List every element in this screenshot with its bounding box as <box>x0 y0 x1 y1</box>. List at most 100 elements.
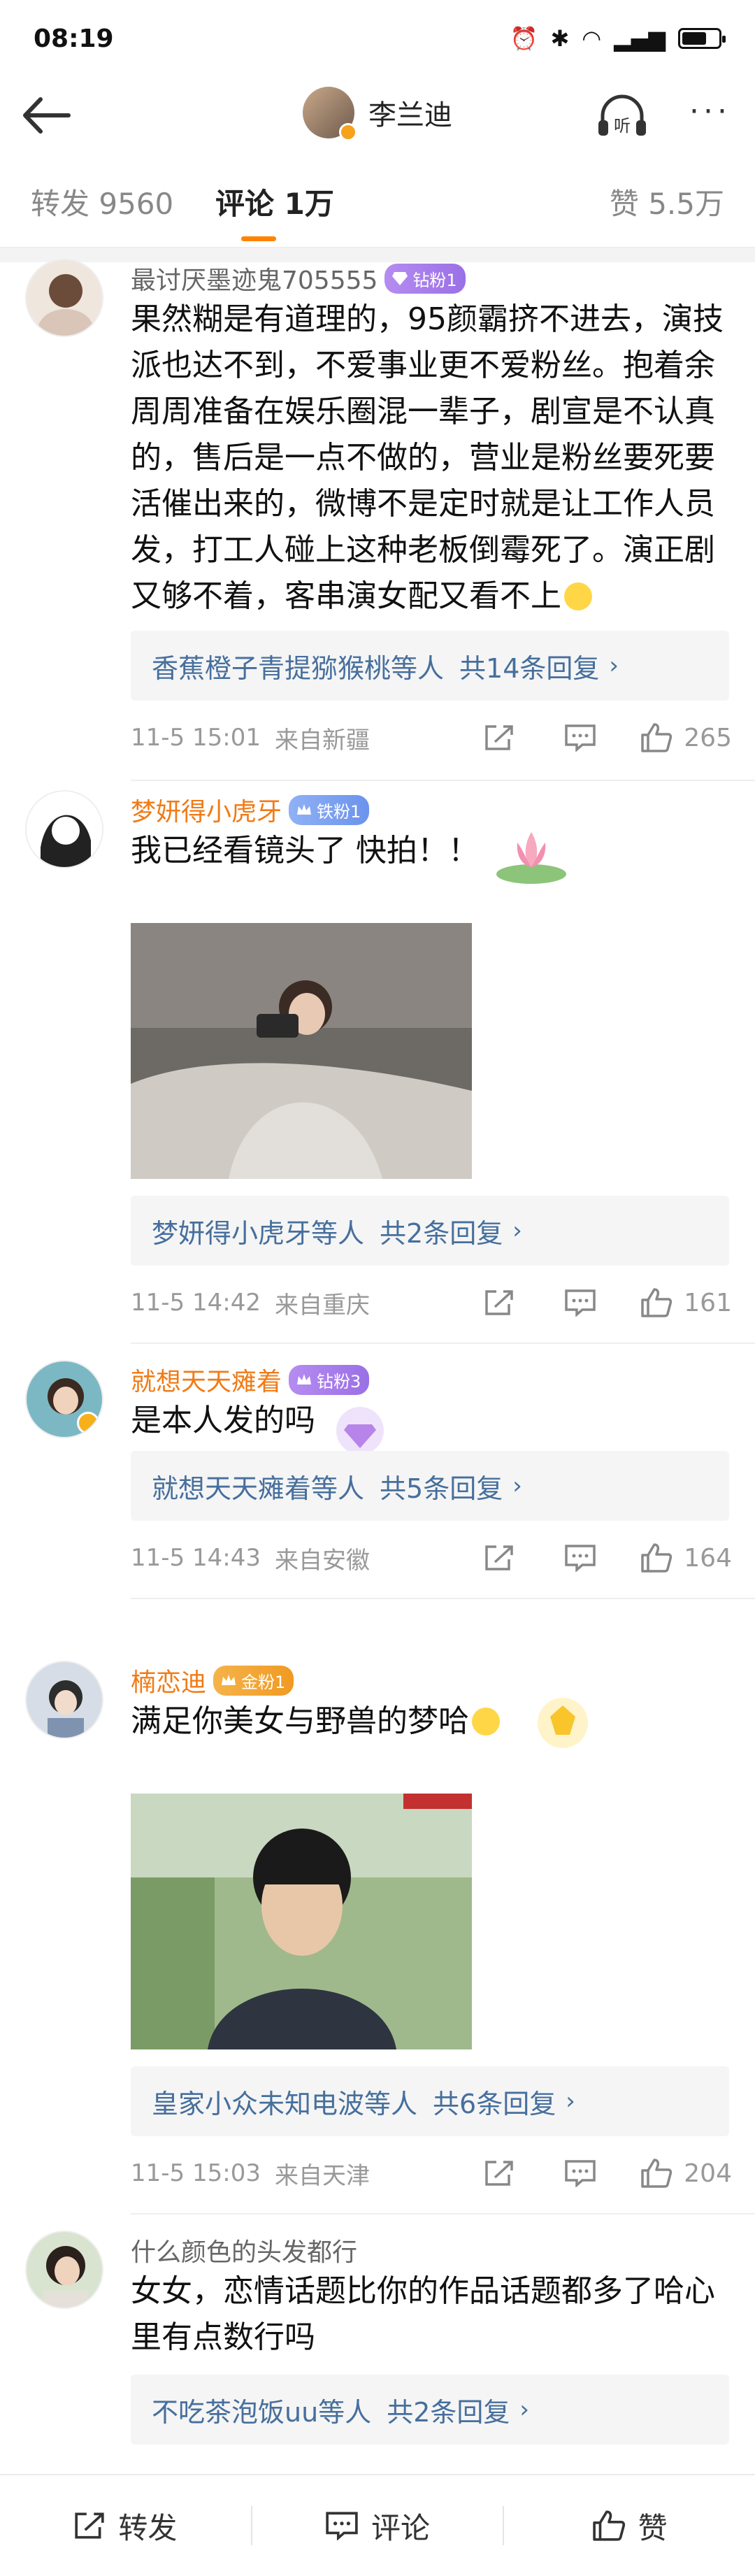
commenter-name[interactable]: 最讨厌墨迹鬼705555 <box>131 260 378 296</box>
replies-preview[interactable]: 香蕉橙子青提猕猴桃 等人 共14条回复 › <box>131 631 729 701</box>
reply-suffix: 等人 <box>318 2396 372 2428</box>
like-count: 204 <box>684 2159 732 2188</box>
like-button[interactable]: 204 <box>640 2158 732 2189</box>
reply-users[interactable]: 就想天天瘫着 <box>152 1467 311 1505</box>
reply-users[interactable]: 梦妍得小虎牙 <box>152 1212 311 1250</box>
reply-icon[interactable] <box>559 720 601 755</box>
fan-badge: 金粉1 <box>213 1665 294 1696</box>
more-icon[interactable]: ··· <box>689 94 731 129</box>
avatar[interactable] <box>25 1661 103 1739</box>
lotus-sticker-icon <box>496 832 566 884</box>
comment-label: 评论 <box>371 2510 431 2545</box>
reply-users[interactable]: 不吃茶泡饭uu <box>152 2391 318 2429</box>
chevron-right-icon: › <box>519 2396 529 2424</box>
listen-icon[interactable]: 听 <box>594 88 650 144</box>
diamond-icon <box>392 272 408 285</box>
reply-count[interactable]: 共2条回复 <box>380 1212 503 1250</box>
top-nav: 李兰迪 听 ··· <box>0 77 755 154</box>
comment-location: 来自天津 <box>274 2161 370 2190</box>
commenter-name[interactable]: 梦妍得小虎牙 <box>131 792 282 828</box>
replies-preview[interactable]: 就想天天瘫着 等人 共5条回复 › <box>131 1451 729 1521</box>
crown-icon <box>297 1374 312 1384</box>
reply-users[interactable]: 香蕉橙子青提猕猴桃 <box>152 647 391 685</box>
reply-count[interactable]: 共2条回复 <box>387 2391 510 2429</box>
reply-users[interactable]: 皇家小众未知电波 <box>152 2082 364 2121</box>
like-button[interactable]: 164 <box>640 1543 732 1573</box>
like-button[interactable]: 265 <box>640 722 732 753</box>
comment-time: 11-5 15:01 <box>131 724 261 752</box>
reply-icon[interactable] <box>559 2156 601 2191</box>
comment-header: 楠恋迪 金粉1 <box>131 1662 294 1698</box>
like-post-button[interactable]: 赞 <box>504 2494 755 2557</box>
divider <box>131 2213 755 2214</box>
comment-text: 果然糊是有道理的，95颜霸挤不进去，演技派也达不到，不爱事业更不爱粉丝。抱着余周… <box>131 296 732 620</box>
battery-fill <box>682 32 706 45</box>
commenter-name[interactable]: 楠恋迪 <box>131 1662 206 1698</box>
comment-text: 满足你美女与野兽的梦哈 <box>131 1698 732 1745</box>
repost-button[interactable]: 转发 <box>0 2494 251 2557</box>
replies-preview[interactable]: 皇家小众未知电波 等人 共6条回复 › <box>131 2066 729 2136</box>
comment-header: 什么颜色的头发都行 <box>131 2232 357 2268</box>
thumbs-up-icon <box>641 1288 673 1317</box>
like-count: 161 <box>684 1288 732 1317</box>
repost-icon <box>75 2512 104 2539</box>
avatar[interactable] <box>25 259 103 337</box>
reply-suffix: 等人 <box>391 652 445 684</box>
verified-icon <box>339 123 357 141</box>
comment-body: 果然糊是有道理的，95颜霸挤不进去，演技派也达不到，不爱事业更不爱粉丝。抱着余周… <box>131 301 724 614</box>
share-icon[interactable] <box>478 720 520 755</box>
page-title[interactable]: 李兰迪 <box>368 92 452 133</box>
share-icon[interactable] <box>478 1540 520 1575</box>
share-icon[interactable] <box>478 2156 520 2191</box>
replies-preview[interactable]: 不吃茶泡饭uu 等人 共2条回复 › <box>131 2375 729 2445</box>
thumbs-up-icon <box>641 2159 673 2188</box>
replies-preview[interactable]: 梦妍得小虎牙 等人 共2条回复 › <box>131 1196 729 1266</box>
comment-meta: 11-5 14:42 来自重庆 161 <box>131 1285 732 1320</box>
comment-location: 来自安徽 <box>274 1546 370 1575</box>
avatar[interactable] <box>25 790 103 868</box>
thumbs-up-icon <box>641 1543 673 1573</box>
avatar[interactable] <box>303 87 357 141</box>
reply-icon[interactable] <box>559 1540 601 1575</box>
status-bar: 08:19 ⏰ ✱ ◠ ▂▄▆ <box>0 0 755 77</box>
active-tab-indicator <box>241 236 276 241</box>
comment-text: 我已经看镜头了 快拍！！ <box>131 828 732 874</box>
share-icon[interactable] <box>478 1285 520 1320</box>
avatar[interactable] <box>25 2231 103 2309</box>
status-time: 08:19 <box>34 24 114 53</box>
tab-likes[interactable]: 赞 5.5万 <box>610 180 724 223</box>
divider <box>131 1598 755 1599</box>
commenter-name[interactable]: 就想天天瘫着 <box>131 1361 282 1398</box>
fan-badge: 钻粉3 <box>289 1364 370 1395</box>
signal-icon: ▂▄▆ <box>614 25 666 52</box>
comment-location: 来自重庆 <box>274 1291 370 1319</box>
comment-meta: 11-5 14:43 来自安徽 164 <box>131 1540 732 1575</box>
comment-button[interactable]: 评论 <box>252 2494 503 2557</box>
like-button[interactable]: 161 <box>640 1287 732 1318</box>
avatar[interactable] <box>25 1360 103 1438</box>
comment-image[interactable] <box>131 923 472 1179</box>
comment-time: 11-5 14:43 <box>131 1544 261 1572</box>
fan-badge: 钻粉1 <box>384 263 466 294</box>
tab-comments[interactable]: 评论 1万 <box>215 180 334 223</box>
reply-count[interactable]: 共6条回复 <box>433 2082 556 2121</box>
thumbs-up-icon <box>641 723 673 752</box>
reply-count[interactable]: 共5条回复 <box>380 1467 503 1505</box>
commenter-name[interactable]: 什么颜色的头发都行 <box>131 2232 357 2268</box>
fan-badge-label: 金粉1 <box>241 1672 286 1692</box>
reply-icon[interactable] <box>559 1285 601 1320</box>
comment-icon <box>326 2512 358 2540</box>
comment-text: 女女，恋情话题比你的作品话题都多了哈心里有点数行吗 <box>131 2268 732 2361</box>
comment-header: 梦妍得小虎牙 铁粉1 <box>131 792 370 828</box>
battery-icon <box>678 28 726 49</box>
thumbs-up-icon <box>592 2510 625 2541</box>
comment-image[interactable] <box>131 1794 472 2049</box>
gem-sticker-icon <box>538 1698 588 1748</box>
tab-repost[interactable]: 转发 9560 <box>31 180 173 223</box>
comment-location: 来自新疆 <box>274 726 370 754</box>
chevron-right-icon: › <box>512 1217 522 1245</box>
divider <box>131 780 755 781</box>
reply-count[interactable]: 共14条回复 <box>459 647 599 685</box>
comment-time: 11-5 15:03 <box>131 2159 261 2187</box>
smile-emoji-icon <box>564 582 592 610</box>
